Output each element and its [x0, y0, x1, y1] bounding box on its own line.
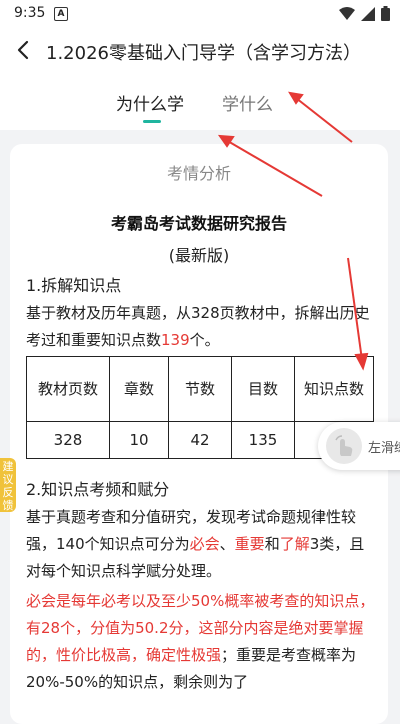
report-subtitle: (最新版): [168, 246, 230, 265]
header: 1.2026零基础入门导学（含学习方法）: [0, 28, 400, 74]
table-cell: 10: [109, 421, 169, 459]
table-header-cell: 节数: [168, 356, 232, 422]
section2-detail-paragraph: 必会是每年必考以及至少50%概率被考查的知识点，有28个，分值为50.2分，这部…: [26, 592, 375, 691]
report-title: 考霸岛考试数据研究报告: [110, 214, 287, 233]
notification-a-icon: A: [54, 7, 68, 21]
table-header-cell: 知识点数: [294, 356, 374, 422]
swipe-hint-label: 左滑练: [368, 441, 400, 456]
tab-bar: 为什么学 学什么: [0, 74, 400, 130]
battery-icon: [381, 6, 390, 21]
table-header-cell: 章数: [109, 356, 169, 422]
table-cell: 135: [231, 421, 295, 459]
wifi-icon: [339, 6, 355, 20]
table-cell: 328: [26, 421, 110, 459]
table-header-cell: 教材页数: [26, 356, 110, 422]
hand-icon: [335, 435, 353, 456]
table-header-cell: 目数: [231, 356, 295, 422]
section2-title: 2.知识点考频和赋分: [26, 480, 170, 499]
table-header-row: 教材页数 章数 节数 目数 知识点数: [26, 356, 374, 422]
swipe-practice-hint[interactable]: 左滑练: [318, 422, 400, 470]
tab-active-indicator: [143, 120, 161, 123]
section1-paragraph: 基于教材及历年真题，从328页教材中，拆解出历史考过和重要知识点数139个。: [26, 304, 370, 349]
tab-what-to-learn[interactable]: 学什么: [222, 90, 273, 115]
table-cell: 42: [168, 421, 232, 459]
status-bar: 9:35 A: [0, 0, 400, 28]
swipe-hand-icon: [326, 428, 362, 464]
status-time: 9:35: [14, 5, 46, 21]
tab-why-learn[interactable]: 为什么学: [116, 90, 184, 115]
back-arrow-icon[interactable]: [12, 38, 36, 62]
section2-paragraph: 基于真题考查和分值研究，发现考试命题规律性较强，140个知识点可分为必会、重要和…: [26, 508, 365, 580]
page-title: 1.2026零基础入门导学（含学习方法）: [46, 43, 361, 64]
signal-icon: [361, 6, 375, 21]
card-heading: 考情分析: [166, 164, 231, 183]
status-icons: [339, 6, 390, 21]
section1-title: 1.拆解知识点: [26, 276, 122, 295]
feedback-tab[interactable]: 建议反馈: [0, 458, 16, 512]
